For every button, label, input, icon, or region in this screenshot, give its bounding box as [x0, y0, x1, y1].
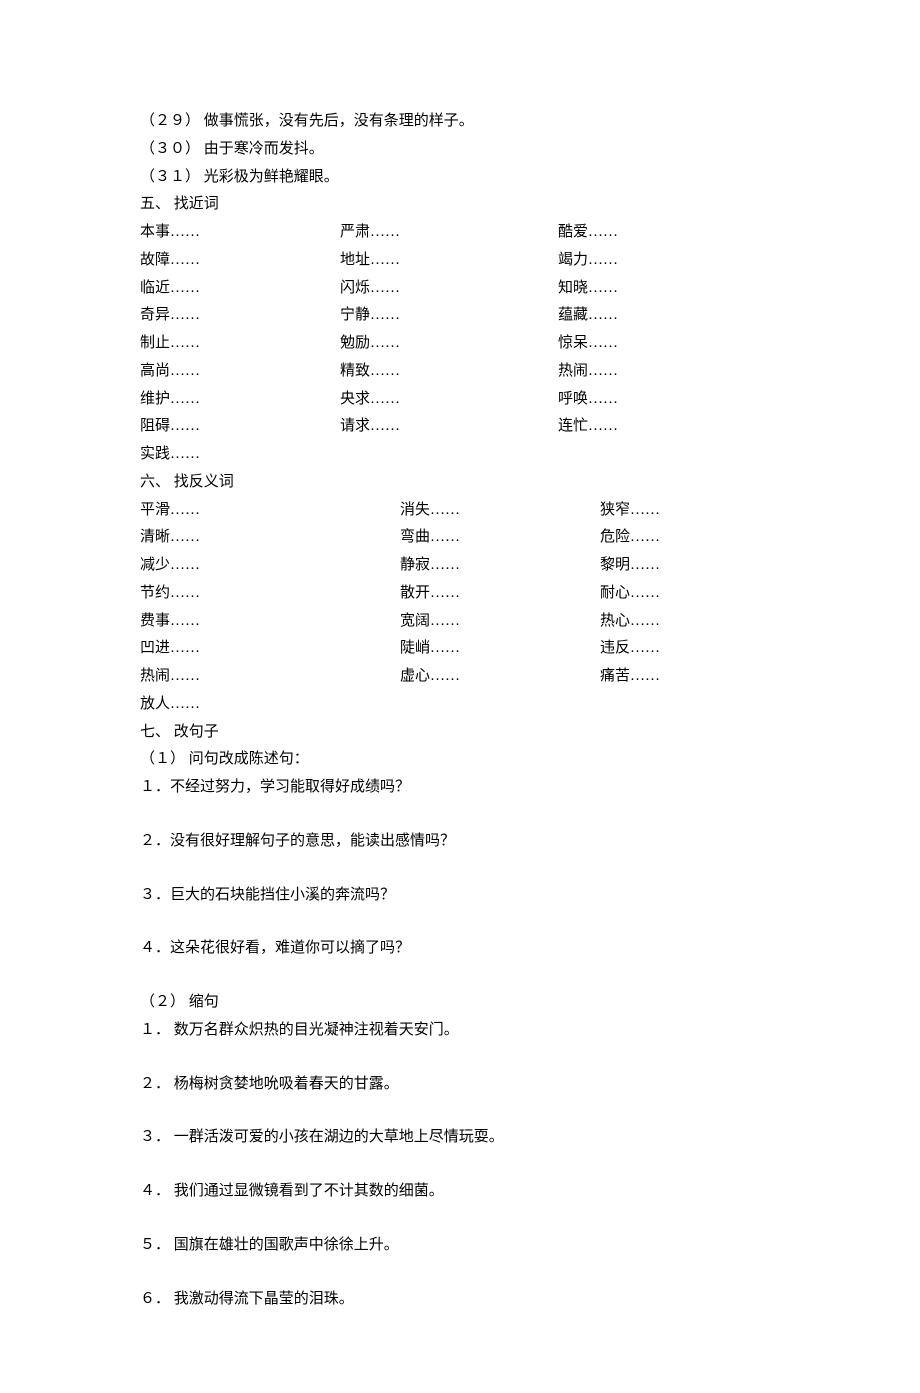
antonym-row: 清晰…… 弯曲…… 危险…… [140, 524, 780, 552]
synonym-row: 故障…… 地址…… 竭力…… [140, 247, 780, 275]
part-1-title: （１） 问句改成陈述句： [140, 746, 780, 774]
answer-blank [140, 1152, 780, 1178]
antonym-cell: 违反…… [600, 635, 780, 663]
antonym-cell: 虚心…… [400, 663, 600, 691]
antonym-table: 平滑…… 消失…… 狭窄…… 清晰…… 弯曲…… 危险…… 减少…… 静寂…… … [140, 497, 780, 719]
question-item: １．不经过努力，学习能取得好成绩吗？ [140, 774, 780, 802]
antonym-cell: 静寂…… [400, 552, 600, 580]
antonym-cell: 狭窄…… [600, 497, 780, 525]
synonym-row: 临近…… 闪烁…… 知晓…… [140, 275, 780, 303]
synonym-cell: 奇异…… [140, 302, 340, 330]
antonym-cell: 清晰…… [140, 524, 400, 552]
antonym-cell: 凹进…… [140, 635, 400, 663]
question-item: ２． 杨梅树贪婪地吮吸着春天的甘露。 [140, 1071, 780, 1099]
antonym-cell: 痛苦…… [600, 663, 780, 691]
question-item: ４． 我们通过显微镜看到了不计其数的细菌。 [140, 1178, 780, 1206]
synonym-cell: 严肃…… [340, 219, 558, 247]
definition-31: （３１） 光彩极为鲜艳耀眼。 [140, 164, 780, 192]
antonym-cell: 热闹…… [140, 663, 400, 691]
answer-blank [140, 1260, 780, 1286]
question-item: １． 数万名群众炽热的目光凝神注视着天安门。 [140, 1017, 780, 1045]
synonym-cell: 实践…… [140, 441, 780, 469]
antonym-row: 节约…… 散开…… 耐心…… [140, 580, 780, 608]
antonym-cell: 热心…… [600, 608, 780, 636]
synonym-cell: 连忙…… [558, 413, 780, 441]
antonym-cell: 节约…… [140, 580, 400, 608]
synonym-cell: 惊呆…… [558, 330, 780, 358]
antonym-cell: 减少…… [140, 552, 400, 580]
synonym-row: 本事…… 严肃…… 酷爱…… [140, 219, 780, 247]
antonym-cell: 弯曲…… [400, 524, 600, 552]
antonym-cell: 放人…… [140, 691, 780, 719]
question-item: ５． 国旗在雄壮的国歌声中徐徐上升。 [140, 1232, 780, 1260]
synonym-cell: 请求…… [340, 413, 558, 441]
antonym-row: 减少…… 静寂…… 黎明…… [140, 552, 780, 580]
synonym-cell: 宁静…… [340, 302, 558, 330]
synonym-cell: 地址…… [340, 247, 558, 275]
definition-30: （３０） 由于寒冷而发抖。 [140, 136, 780, 164]
synonym-cell: 本事…… [140, 219, 340, 247]
antonym-cell: 消失…… [400, 497, 600, 525]
document-page: （２９） 做事慌张，没有先后，没有条理的样子。 （３０） 由于寒冷而发抖。 （３… [0, 0, 920, 1393]
synonym-cell: 精致…… [340, 358, 558, 386]
synonym-cell: 故障…… [140, 247, 340, 275]
synonym-row: 奇异…… 宁静…… 蕴藏…… [140, 302, 780, 330]
section-5-title: 五、 找近词 [140, 191, 780, 219]
synonym-cell: 临近…… [140, 275, 340, 303]
synonym-cell: 酷爱…… [558, 219, 780, 247]
synonym-row: 高尚…… 精致…… 热闹…… [140, 358, 780, 386]
section-6-title: 六、 找反义词 [140, 469, 780, 497]
antonym-cell: 平滑…… [140, 497, 400, 525]
synonym-cell: 呼唤…… [558, 386, 780, 414]
antonym-cell: 陡峭…… [400, 635, 600, 663]
question-item: ６． 我激动得流下晶莹的泪珠。 [140, 1286, 780, 1314]
synonym-cell: 维护…… [140, 386, 340, 414]
part-2-title: （２） 缩句 [140, 989, 780, 1017]
answer-blank [140, 909, 780, 935]
question-item: ４．这朵花很好看，难道你可以摘了吗？ [140, 935, 780, 963]
antonym-cell: 散开…… [400, 580, 600, 608]
synonym-row: 阻碍…… 请求…… 连忙…… [140, 413, 780, 441]
synonym-cell: 热闹…… [558, 358, 780, 386]
answer-blank [140, 963, 780, 989]
synonym-cell: 阻碍…… [140, 413, 340, 441]
synonym-cell: 勉励…… [340, 330, 558, 358]
synonym-cell: 央求…… [340, 386, 558, 414]
answer-blank [140, 1045, 780, 1071]
antonym-row: 热闹…… 虚心…… 痛苦…… [140, 663, 780, 691]
antonym-cell: 耐心…… [600, 580, 780, 608]
answer-blank [140, 1206, 780, 1232]
synonym-cell: 竭力…… [558, 247, 780, 275]
synonym-row: 制止…… 勉励…… 惊呆…… [140, 330, 780, 358]
answer-blank [140, 1098, 780, 1124]
synonym-row: 维护…… 央求…… 呼唤…… [140, 386, 780, 414]
question-item: ２．没有很好理解句子的意思，能读出感情吗？ [140, 828, 780, 856]
antonym-cell: 黎明…… [600, 552, 780, 580]
synonym-cell: 闪烁…… [340, 275, 558, 303]
question-item: ３． 一群活泼可爱的小孩在湖边的大草地上尽情玩耍。 [140, 1124, 780, 1152]
antonym-cell: 宽阔…… [400, 608, 600, 636]
answer-blank [140, 802, 780, 828]
question-item: ３．巨大的石块能挡住小溪的奔流吗？ [140, 882, 780, 910]
synonym-cell: 高尚…… [140, 358, 340, 386]
antonym-cell: 危险…… [600, 524, 780, 552]
synonym-cell: 制止…… [140, 330, 340, 358]
antonym-row: 凹进…… 陡峭…… 违反…… [140, 635, 780, 663]
synonym-cell: 知晓…… [558, 275, 780, 303]
section-7-title: 七、 改句子 [140, 719, 780, 747]
antonym-cell: 费事…… [140, 608, 400, 636]
antonym-row: 平滑…… 消失…… 狭窄…… [140, 497, 780, 525]
synonym-table: 本事…… 严肃…… 酷爱…… 故障…… 地址…… 竭力…… 临近…… 闪烁…… … [140, 219, 780, 469]
antonym-row: 费事…… 宽阔…… 热心…… [140, 608, 780, 636]
definition-29: （２９） 做事慌张，没有先后，没有条理的样子。 [140, 108, 780, 136]
answer-blank [140, 856, 780, 882]
synonym-cell: 蕴藏…… [558, 302, 780, 330]
